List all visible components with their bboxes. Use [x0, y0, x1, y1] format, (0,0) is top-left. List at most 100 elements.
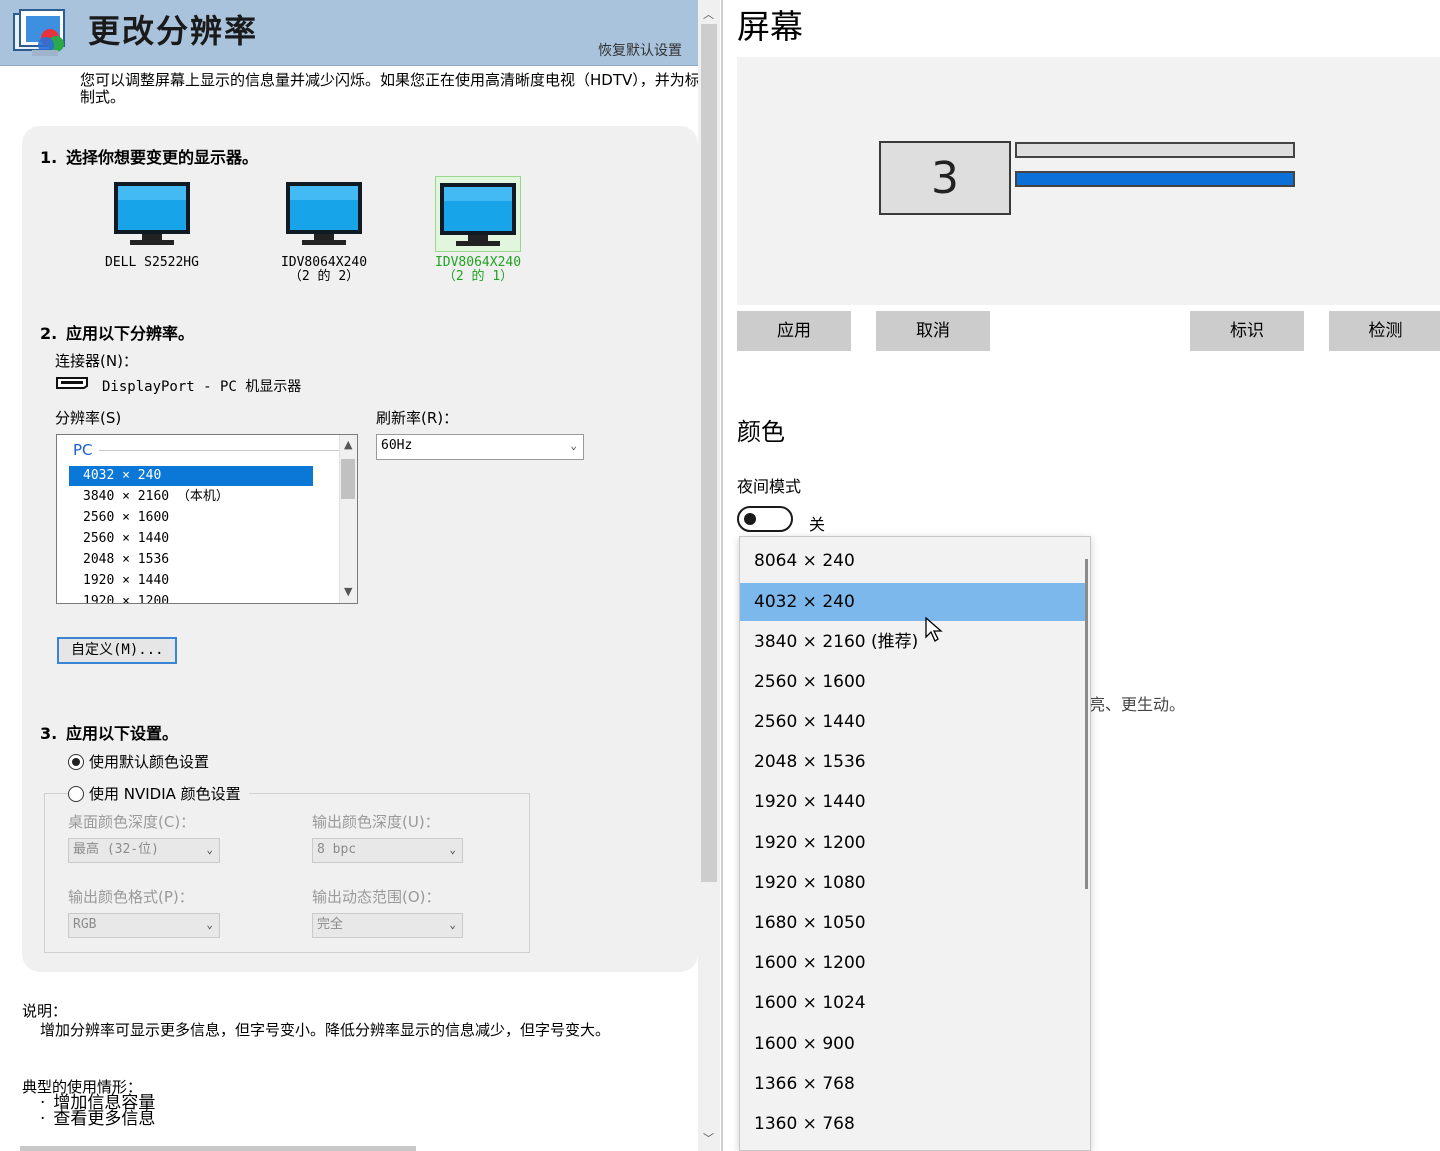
description-text: 增加分辨率可显示更多信息，但字号变小。降低分辨率显示的信息减少，但字号变大。 — [40, 1021, 611, 1039]
resolution-item[interactable]: 1920 × 1200 — [69, 592, 313, 603]
scroll-up-icon[interactable]: ▲ — [344, 438, 352, 451]
dropdown-item[interactable]: 1600 × 900 — [740, 1025, 1086, 1063]
dropdown-item[interactable]: 1360 × 768 — [740, 1105, 1086, 1143]
display-settings-icon — [13, 9, 65, 56]
monitor-name: IDV8064X240 — [280, 255, 368, 270]
connector-label: 连接器(N)： — [55, 352, 138, 370]
dropdown-item[interactable]: 1366 × 768 — [740, 1065, 1086, 1103]
resolution-item[interactable]: 2048 × 1536 — [69, 550, 313, 570]
monitor-icon — [114, 182, 190, 245]
output-color-depth-label: 输出颜色深度(U)： — [312, 813, 440, 831]
dropdown-value: 最高 (32-位) — [73, 842, 159, 857]
radio-unchecked-icon[interactable] — [68, 785, 84, 802]
resolution-label: 分辨率(S) — [55, 409, 122, 427]
cancel-button[interactable]: 取消 — [876, 311, 990, 351]
output-dynamic-range-label: 输出动态范围(O)： — [312, 888, 441, 906]
monitor-3-tile[interactable]: 3 — [879, 141, 1011, 215]
dropdown-item[interactable]: 1920 × 1200 — [740, 824, 1086, 862]
dropdown-item[interactable]: 1680 × 1050 — [740, 904, 1086, 942]
group-divider — [99, 450, 347, 451]
desktop-color-depth-label: 桌面颜色深度(C)： — [68, 813, 196, 831]
chevron-down-icon: ⌄ — [449, 918, 456, 931]
scrollbar-thumb[interactable] — [341, 459, 355, 499]
dropdown-item-selected[interactable]: 4032 × 240 — [740, 583, 1086, 621]
chevron-down-icon: ⌄ — [449, 843, 456, 856]
monitor-dell[interactable]: DELL S2522HG — [92, 176, 212, 270]
dropdown-value: 完全 — [317, 917, 344, 932]
section-number: 1. — [40, 148, 58, 167]
intro-line-2: 制式。 — [80, 89, 126, 106]
monitor-tile-bar-selected[interactable] — [1015, 171, 1295, 187]
monitor-tile-bar-inactive[interactable] — [1015, 142, 1295, 158]
header-bar: 更改分辨率 恢复默认设置 — [0, 0, 700, 66]
resolution-item[interactable]: 2560 × 1600 — [69, 508, 313, 528]
chevron-down-icon: ⌄ — [570, 439, 577, 452]
resolution-item[interactable]: 3840 × 2160 （本机） — [69, 487, 313, 507]
resolution-item-selected[interactable]: 4032 × 240 — [69, 466, 313, 486]
restore-defaults-link[interactable]: 恢复默认设置 — [598, 40, 682, 60]
dropdown-scrollbar[interactable] — [1085, 559, 1088, 889]
color-heading: 颜色 — [737, 418, 785, 446]
night-mode-label: 夜间模式 — [737, 477, 802, 496]
monitor-frame — [435, 176, 521, 252]
night-mode-toggle[interactable] — [737, 506, 793, 532]
output-color-depth-dropdown: 8 bpc ⌄ — [312, 838, 463, 863]
section-3-heading: 3. 应用以下设置。 — [40, 720, 178, 744]
page-title: 更改分辨率 — [88, 12, 259, 50]
monitor-idv-1-selected[interactable]: IDV8064X240 （2 的 1） — [418, 176, 538, 284]
monitor-idv-2[interactable]: IDV8064X240 （2 的 2） — [264, 176, 384, 284]
identify-button[interactable]: 标识 — [1190, 311, 1304, 351]
resolution-dropdown-list[interactable]: 8064 × 240 4032 × 240 3840 × 2160 (推荐) 2… — [739, 536, 1091, 1151]
intro-line-1: 您可以调整屏幕上显示的信息量并减少闪烁。如果您正在使用高清晰度电视（HDTV），… — [80, 72, 700, 89]
customize-button[interactable]: 自定义(M)... — [57, 637, 177, 664]
panel-vertical-scrollbar[interactable]: ︿ ﹀ — [698, 0, 720, 1151]
nvidia-control-panel: 更改分辨率 恢复默认设置 您可以调整屏幕上显示的信息量并减少闪烁。如果您正在使用… — [0, 0, 700, 1151]
output-dynamic-range-dropdown: 完全 ⌄ — [312, 913, 463, 938]
desktop-color-depth-dropdown: 最高 (32-位) ⌄ — [68, 838, 220, 863]
scroll-down-icon[interactable]: ﹀ — [703, 1130, 714, 1146]
refresh-rate-label: 刷新率(R)： — [376, 409, 459, 427]
displayport-icon — [56, 377, 88, 389]
radio-label: 使用默认颜色设置 — [89, 753, 210, 771]
chevron-down-icon: ⌄ — [206, 843, 213, 856]
monitor-frame — [109, 176, 195, 252]
monitor-icon — [286, 182, 362, 245]
output-color-format-label: 输出颜色格式(P)： — [68, 888, 194, 906]
resolution-listbox[interactable]: PC 4032 × 240 3840 × 2160 （本机） 2560 × 16… — [56, 434, 358, 604]
dropdown-item[interactable]: 3840 × 2160 (推荐) — [740, 623, 1086, 661]
dropdown-value: 8 bpc — [317, 842, 357, 857]
scrollbar-thumb[interactable] — [701, 24, 717, 882]
monitor-sub: （2 的 2） — [288, 269, 360, 284]
mouse-pointer-icon — [925, 617, 943, 642]
description-heading: 说明： — [22, 1002, 68, 1020]
dropdown-item[interactable]: 2560 × 1600 — [740, 663, 1086, 701]
windows-display-settings: 屏幕 3 应用 取消 标识 检测 颜色 夜间模式 关 亮、更生动。 8064 ×… — [721, 0, 1440, 1151]
radio-checked-icon[interactable] — [68, 753, 84, 770]
output-color-format-dropdown: RGB ⌄ — [68, 913, 220, 938]
settings-title: 屏幕 — [737, 7, 803, 46]
dropdown-item[interactable]: 1600 × 1200 — [740, 944, 1086, 982]
dropdown-item[interactable]: 8064 × 240 — [740, 542, 1086, 580]
refresh-rate-dropdown[interactable]: 60Hz ⌄ — [376, 434, 584, 460]
refresh-rate-value: 60Hz — [381, 438, 413, 453]
dropdown-item[interactable]: 2048 × 1536 — [740, 743, 1086, 781]
horizontal-scrollbar-thumb[interactable] — [20, 1146, 416, 1151]
resolution-item[interactable]: 1920 × 1440 — [69, 571, 313, 591]
radio-nvidia-color[interactable]: 使用 NVIDIA 颜色设置 — [68, 783, 249, 804]
usage-list: · 增加信息容量 · 查看更多信息 — [40, 1095, 156, 1129]
detect-button[interactable]: 检测 — [1329, 311, 1440, 351]
dropdown-item[interactable]: 1600 × 1024 — [740, 984, 1086, 1022]
usage-item: · 查看更多信息 — [40, 1109, 156, 1129]
section-2-heading: 2. 应用以下分辨率。 — [40, 320, 194, 344]
apply-button[interactable]: 应用 — [737, 311, 851, 351]
scroll-up-icon[interactable]: ︿ — [703, 6, 714, 22]
section-number: 3. — [40, 724, 58, 743]
dropdown-item[interactable]: 1920 × 1080 — [740, 864, 1086, 902]
listbox-scrollbar[interactable]: ▲ ▼ — [339, 435, 357, 603]
resolution-item[interactable]: 2560 × 1440 — [69, 529, 313, 549]
scroll-down-icon[interactable]: ▼ — [344, 585, 352, 598]
radio-default-color[interactable]: 使用默认颜色设置 — [68, 751, 209, 772]
dropdown-item[interactable]: 2560 × 1440 — [740, 703, 1086, 741]
connector-value: DisplayPort - PC 机显示器 — [102, 379, 302, 395]
dropdown-item[interactable]: 1920 × 1440 — [740, 783, 1086, 821]
